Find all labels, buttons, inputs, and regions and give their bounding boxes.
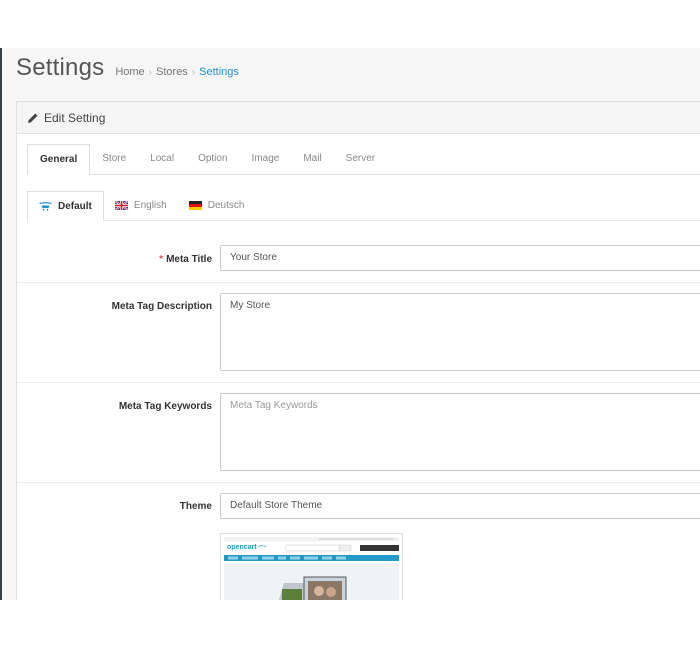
meta-description-textarea[interactable]: My Store xyxy=(220,293,700,371)
breadcrumb-settings[interactable]: Settings xyxy=(199,66,239,78)
panel-heading: Edit Setting xyxy=(17,102,700,134)
pencil-icon xyxy=(28,113,38,123)
language-tab-english[interactable]: English xyxy=(104,191,178,220)
settings-tabs: General Store Local Option Image Mail Se… xyxy=(27,144,700,175)
breadcrumb-separator-icon: › xyxy=(148,67,153,78)
page-title: Settings xyxy=(16,54,105,81)
tab-option[interactable]: Option xyxy=(186,144,239,174)
language-tab-label: Deutsch xyxy=(207,200,245,211)
required-asterisk: * xyxy=(159,254,164,265)
edit-setting-panel: Edit Setting General Store Local Option … xyxy=(16,101,700,600)
meta-keywords-label: Meta Tag Keywords xyxy=(118,401,212,412)
language-tab-label: Default xyxy=(58,200,92,212)
meta-keywords-placeholder: Meta Tag Keywords xyxy=(230,400,318,411)
meta-title-label: * Meta Title xyxy=(159,254,212,265)
opencart-cart-icon xyxy=(39,201,52,211)
germany-flag-icon xyxy=(188,201,202,210)
tab-local[interactable]: Local xyxy=(138,144,186,174)
form-row-meta-keywords: Meta Tag Keywords Meta Tag Keywords xyxy=(17,382,700,483)
language-tab-default[interactable]: Default xyxy=(27,191,104,221)
language-tab-deutsch[interactable]: Deutsch xyxy=(178,191,256,220)
tab-server[interactable]: Server xyxy=(334,144,387,174)
tab-store[interactable]: Store xyxy=(90,144,138,174)
language-tab-label: English xyxy=(133,200,167,211)
theme-preview-logo: opencart xyxy=(227,544,257,551)
meta-title-label-text: Meta Title xyxy=(166,254,212,265)
theme-preview-image: opencart xyxy=(220,533,403,600)
meta-title-input[interactable]: Your Store xyxy=(220,245,700,271)
breadcrumb: Home › Stores › Settings xyxy=(115,66,239,78)
breadcrumb-home[interactable]: Home xyxy=(115,66,144,78)
meta-keywords-textarea[interactable]: Meta Tag Keywords xyxy=(220,393,700,471)
tab-general[interactable]: General xyxy=(27,144,91,175)
meta-description-label: Meta Tag Description xyxy=(111,301,212,312)
panel-title: Edit Setting xyxy=(44,110,106,125)
theme-select[interactable]: Default Store Theme xyxy=(220,493,700,519)
theme-value: Default Store Theme xyxy=(230,500,323,511)
form-row-meta-title: * Meta Title Your Store xyxy=(17,232,700,282)
tab-image[interactable]: Image xyxy=(240,144,292,174)
language-tabs: Default English Deutsch xyxy=(27,191,700,221)
tab-mail[interactable]: Mail xyxy=(291,144,333,174)
theme-label: Theme xyxy=(179,501,212,512)
breadcrumb-stores[interactable]: Stores xyxy=(156,66,188,78)
uk-flag-icon xyxy=(114,201,128,210)
page-header: Settings Home › Stores › Settings xyxy=(16,54,239,84)
breadcrumb-separator-icon: › xyxy=(191,67,196,78)
form-row-meta-description: Meta Tag Description My Store xyxy=(17,282,700,383)
meta-title-value: Your Store xyxy=(230,252,277,263)
meta-description-value: My Store xyxy=(230,300,271,311)
admin-content-area: Settings Home › Stores › Settings Edit S… xyxy=(0,48,700,600)
